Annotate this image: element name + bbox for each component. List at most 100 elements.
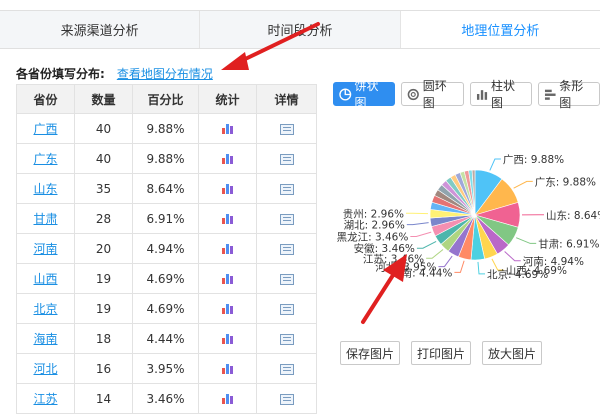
pie-label-line	[454, 261, 464, 273]
analysis-tabs: 来源渠道分析 时间段分析 地理位置分析	[0, 10, 600, 49]
heading-row: 各省份填写分布:查看地图分布情况	[16, 65, 213, 82]
column-chart-label: 柱状图	[491, 77, 526, 111]
print-image-button[interactable]: 打印图片	[411, 341, 471, 365]
table-row: 河南204.94%	[17, 234, 317, 264]
percent-cell: 8.64%	[133, 174, 199, 204]
province-table: 省份 数量 百分比 统计 详情 广西409.88%广东409.88%山东358.…	[16, 84, 317, 414]
stats-cell[interactable]	[199, 144, 257, 174]
stats-cell[interactable]	[199, 354, 257, 384]
pie-label-line	[516, 238, 536, 244]
stats-cell[interactable]	[199, 294, 257, 324]
column-chart-button[interactable]: 柱状图	[470, 82, 532, 106]
header-count: 数量	[75, 85, 133, 114]
ring-icon	[407, 88, 420, 101]
table-header-row: 省份 数量 百分比 统计 详情	[17, 85, 317, 114]
pie-slice-label: 贵州: 2.96%	[343, 207, 404, 220]
chart-type-buttons: 饼状图 圆环图 柱状图 条形图	[333, 82, 600, 106]
province-link[interactable]: 广西	[17, 114, 75, 144]
document-icon	[280, 304, 294, 315]
details-cell[interactable]	[257, 324, 317, 354]
pie-icon	[339, 88, 352, 101]
details-cell[interactable]	[257, 174, 317, 204]
pie-slice-label: 甘肃: 6.91%	[538, 237, 599, 250]
pie-label-line	[514, 181, 533, 188]
count-cell: 14	[75, 384, 133, 414]
column-icon	[476, 88, 489, 101]
document-icon	[280, 184, 294, 195]
details-cell[interactable]	[257, 354, 317, 384]
province-link[interactable]: 江苏	[17, 384, 75, 414]
stats-cell[interactable]	[199, 174, 257, 204]
document-icon	[280, 214, 294, 225]
details-cell[interactable]	[257, 144, 317, 174]
count-cell: 19	[75, 294, 133, 324]
province-link[interactable]: 河南	[17, 234, 75, 264]
bar-chart-button[interactable]: 条形图	[538, 82, 600, 106]
table-row: 河北163.95%	[17, 354, 317, 384]
province-link[interactable]: 海南	[17, 324, 75, 354]
pie-chart-label: 饼状图	[355, 77, 390, 111]
tab-source-channel[interactable]: 来源渠道分析	[0, 11, 200, 48]
stats-cell[interactable]	[199, 384, 257, 414]
pie-chart-button[interactable]: 饼状图	[333, 82, 395, 106]
bar-chart-icon	[222, 124, 233, 134]
table-row: 广东409.88%	[17, 144, 317, 174]
count-cell: 19	[75, 264, 133, 294]
document-icon	[280, 154, 294, 165]
percent-cell: 4.69%	[133, 294, 199, 324]
pie-label-line	[490, 159, 501, 170]
stats-cell[interactable]	[199, 324, 257, 354]
bar-chart-icon	[222, 244, 233, 254]
header-stats: 统计	[199, 85, 257, 114]
province-link[interactable]: 河北	[17, 354, 75, 384]
province-link[interactable]: 广东	[17, 144, 75, 174]
province-link[interactable]: 北京	[17, 294, 75, 324]
details-cell[interactable]	[257, 204, 317, 234]
bar-chart-icon	[222, 304, 233, 314]
view-map-link[interactable]: 查看地图分布情况	[117, 67, 213, 81]
percent-cell: 4.69%	[133, 264, 199, 294]
ring-chart-button[interactable]: 圆环图	[401, 82, 463, 106]
bar-chart-icon	[222, 184, 233, 194]
table-row: 山西194.69%	[17, 264, 317, 294]
stats-cell[interactable]	[199, 204, 257, 234]
count-cell: 28	[75, 204, 133, 234]
province-link[interactable]: 山西	[17, 264, 75, 294]
count-cell: 16	[75, 354, 133, 384]
percent-cell: 3.46%	[133, 384, 199, 414]
pie-label-line	[438, 256, 452, 266]
province-link[interactable]: 山东	[17, 174, 75, 204]
document-icon	[280, 394, 294, 405]
bar-chart-icon	[222, 214, 233, 224]
pie-label-line	[426, 249, 443, 258]
document-icon	[280, 364, 294, 375]
stats-cell[interactable]	[199, 234, 257, 264]
details-cell[interactable]	[257, 384, 317, 414]
pie-slice-label: 广西: 9.88%	[503, 154, 564, 166]
pie-label-line	[478, 262, 485, 274]
document-icon	[280, 274, 294, 285]
details-cell[interactable]	[257, 294, 317, 324]
percent-cell: 4.44%	[133, 324, 199, 354]
tab-geo-location[interactable]: 地理位置分析	[401, 11, 600, 48]
save-image-button[interactable]: 保存图片	[340, 341, 400, 365]
document-icon	[280, 124, 294, 135]
details-cell[interactable]	[257, 114, 317, 144]
table-row: 海南184.44%	[17, 324, 317, 354]
percent-cell: 4.94%	[133, 234, 199, 264]
pie-slice-label: 广东: 9.88%	[535, 175, 596, 188]
province-pie-chart: 广西: 9.88%广东: 9.88%山东: 8.64%甘肃: 6.91%河南: …	[330, 130, 600, 335]
stats-cell[interactable]	[199, 114, 257, 144]
image-action-buttons: 保存图片 打印图片 放大图片	[340, 341, 542, 365]
province-link[interactable]: 甘肃	[17, 204, 75, 234]
percent-cell: 9.88%	[133, 144, 199, 174]
table-row: 江苏143.46%	[17, 384, 317, 414]
details-cell[interactable]	[257, 234, 317, 264]
details-cell[interactable]	[257, 264, 317, 294]
tab-time-period[interactable]: 时间段分析	[200, 11, 400, 48]
table-row: 广西409.88%	[17, 114, 317, 144]
stats-cell[interactable]	[199, 264, 257, 294]
header-province: 省份	[17, 85, 75, 114]
enlarge-image-button[interactable]: 放大图片	[482, 341, 542, 365]
count-cell: 18	[75, 324, 133, 354]
